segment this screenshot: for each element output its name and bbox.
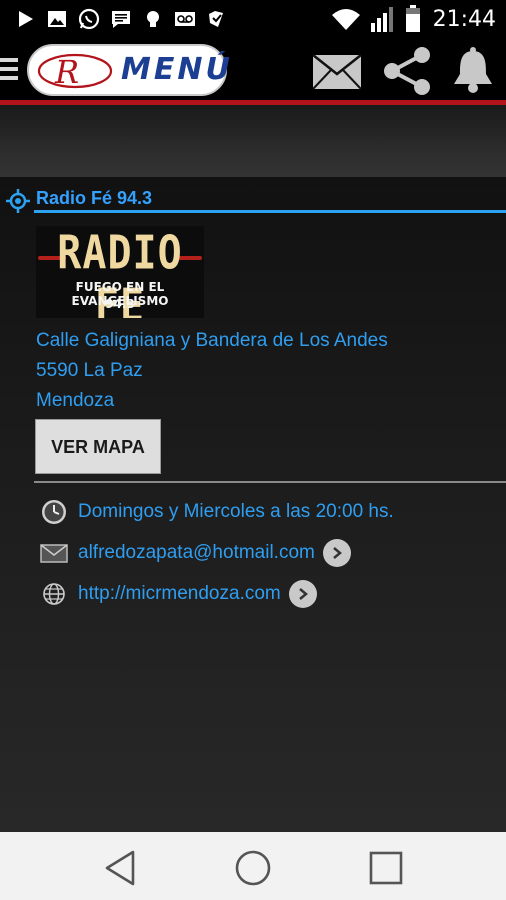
chevron-right-icon	[298, 588, 308, 600]
address-street: Calle Galigniana y Bandera de Los Andes	[36, 330, 388, 351]
back-icon[interactable]	[101, 848, 141, 888]
globe-icon	[43, 583, 65, 605]
notification-icons	[14, 6, 228, 32]
address-province: Mendoza	[36, 390, 115, 411]
clock-icon	[42, 500, 66, 524]
logo-text: MENÚ	[121, 52, 233, 87]
menu-icon[interactable]	[0, 58, 18, 82]
chevron-right-icon	[333, 547, 342, 559]
lightbulb-icon	[147, 11, 159, 27]
section-divider	[34, 481, 506, 483]
navigation-bar	[0, 832, 506, 900]
view-map-button[interactable]: VER MAPA	[35, 419, 161, 474]
station-detail: Radio Fé 94.3 RADIO FE FUEGO EN EL EVANG…	[0, 177, 506, 832]
schedule-text: Domingos y Miercoles a las 20:00 hs.	[78, 501, 394, 522]
location-icon	[6, 189, 30, 213]
envelope-icon	[40, 544, 68, 563]
clock: 21:44	[432, 6, 496, 32]
station-logo-frequency: 94.3	[105, 297, 135, 311]
message-icon	[112, 11, 130, 28]
signal-icon	[370, 7, 393, 32]
recents-icon[interactable]	[366, 848, 406, 888]
svg-text:R: R	[54, 53, 79, 91]
image-icon	[48, 11, 66, 27]
website-link[interactable]: http://micrmendoza.com	[78, 583, 281, 605]
station-logo: RADIO FE FUEGO EN EL EVANGELISMO 94.3	[36, 226, 204, 318]
header-strip	[0, 105, 506, 177]
logo-mark: R	[37, 53, 113, 91]
status-bar: 21:44	[0, 0, 506, 38]
mail-icon[interactable]	[312, 54, 362, 90]
website-arrow-button[interactable]	[288, 580, 317, 608]
play-icon	[19, 11, 33, 27]
whatsapp-icon	[78, 8, 100, 30]
home-icon[interactable]	[233, 848, 273, 888]
system-icons: 21:44	[331, 5, 496, 33]
title-divider	[34, 210, 506, 213]
email-link[interactable]: alfredozapata@hotmail.com	[78, 542, 315, 564]
voicemail-icon	[175, 12, 195, 26]
battery-icon	[405, 5, 420, 32]
email-arrow-button[interactable]	[322, 539, 351, 567]
schedule-row: Domingos y Miercoles a las 20:00 hs.	[40, 497, 394, 527]
address-city: 5590 La Paz	[36, 360, 143, 381]
station-title: Radio Fé 94.3	[36, 188, 153, 208]
email-row[interactable]: alfredozapata@hotmail.com	[40, 538, 351, 568]
wifi-icon	[331, 9, 360, 30]
check-icon	[209, 11, 223, 27]
share-icon[interactable]	[382, 46, 432, 96]
bell-icon[interactable]	[452, 46, 494, 94]
app-logo[interactable]: R MENÚ	[27, 44, 230, 96]
website-row[interactable]: http://micrmendoza.com	[40, 579, 317, 609]
